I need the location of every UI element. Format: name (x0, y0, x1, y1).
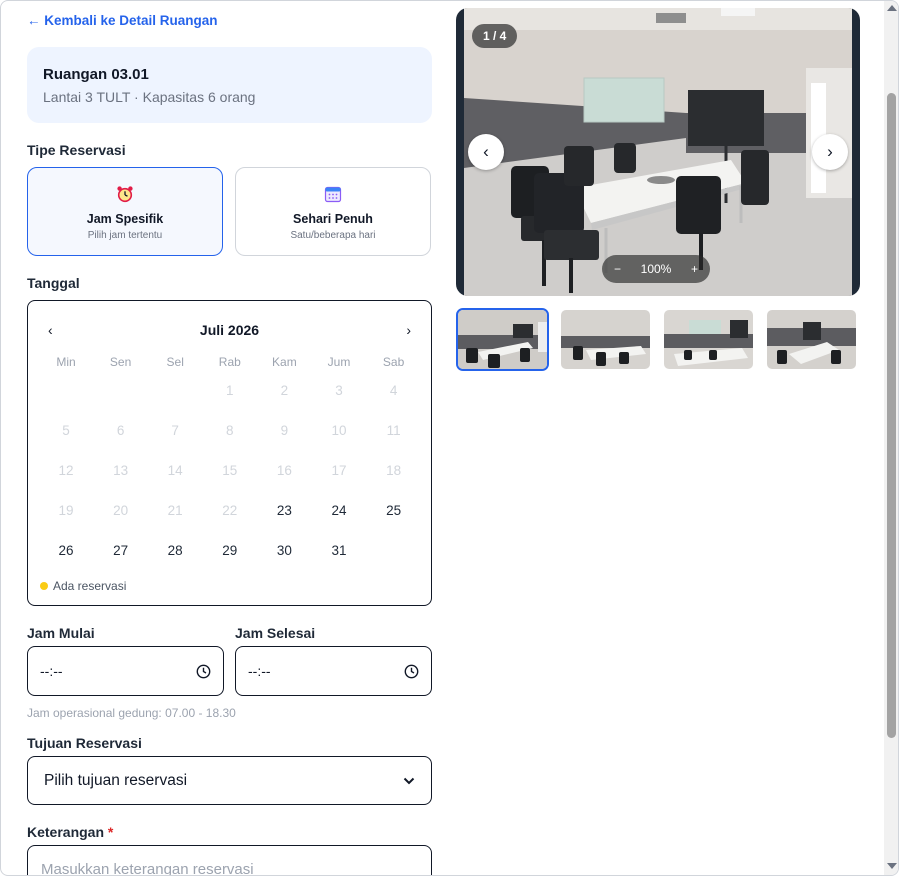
clock-icon[interactable] (404, 664, 419, 679)
calendar-day[interactable]: 23 (264, 499, 304, 523)
type-option-subtitle: Satu/beberapa hari (290, 230, 376, 241)
thumbnail-image (561, 310, 650, 369)
calendar-day: 7 (171, 423, 179, 438)
calendar-day[interactable]: 29 (210, 539, 250, 563)
page-scrollbar[interactable] (884, 1, 898, 875)
calendar-day[interactable]: 27 (101, 539, 141, 563)
start-time-value: --:-- (40, 663, 63, 679)
next-month-button[interactable]: › (406, 322, 411, 338)
calendar-day[interactable]: 26 (46, 539, 86, 563)
calendar-day: 12 (58, 463, 74, 478)
calendar-day[interactable]: 30 (264, 539, 304, 563)
room-photo-gallery: 1 / 4 ‹ › − 100% + (456, 8, 860, 296)
type-option-full-day[interactable]: Sehari Penuh Satu/beberapa hari (235, 167, 431, 256)
calendar-day: 17 (331, 463, 347, 478)
calendar-day: 10 (331, 423, 347, 438)
calendar-day[interactable]: 24 (319, 499, 359, 523)
photo-thumbnail[interactable] (559, 308, 652, 371)
operating-hours-hint: Jam operasional gedung: 07.00 - 18.30 (27, 706, 236, 720)
photo-thumbnail[interactable] (456, 308, 549, 371)
calendar-day: 14 (167, 463, 183, 478)
type-option-title: Jam Spesifik (86, 212, 164, 226)
thumbnail-image (664, 310, 753, 369)
reservation-dialog: ← Kembali ke Detail Ruangan Ruangan 03.0… (0, 0, 899, 876)
legend-dot-icon (40, 582, 48, 590)
photo-counter: 1 / 4 (472, 24, 518, 48)
purpose-selected-value: Pilih tujuan reservasi (44, 771, 188, 789)
date-label: Tanggal (27, 275, 80, 291)
calendar-day: 20 (113, 503, 129, 518)
end-time-input[interactable]: --:-- (235, 646, 432, 696)
notes-label-text: Keterangan (27, 824, 105, 840)
calendar-day: 18 (386, 463, 402, 478)
chevron-down-icon (403, 777, 415, 784)
zoom-level: 100% (640, 262, 672, 276)
type-option-specific-hours[interactable]: Jam Spesifik Pilih jam tertentu (27, 167, 223, 256)
scroll-up-arrow-icon[interactable] (887, 5, 897, 11)
calendar-day: 4 (389, 383, 398, 398)
required-mark: * (107, 824, 114, 840)
back-to-room-link[interactable]: ← Kembali ke Detail Ruangan (27, 13, 218, 28)
weekday-label: Rab (218, 355, 241, 369)
calendar-day: 11 (386, 423, 401, 438)
calendar-day[interactable]: 25 (374, 499, 414, 523)
prev-photo-button[interactable]: ‹ (468, 134, 504, 170)
calendar-day: 2 (280, 383, 289, 398)
calendar-legend: Ada reservasi (40, 579, 126, 593)
weekday-label: Sel (166, 355, 184, 369)
notes-textarea[interactable]: Masukkan keterangan reservasi (27, 845, 432, 875)
weekday-label: Sab (382, 355, 405, 369)
scrollbar-thumb[interactable] (887, 93, 896, 738)
purpose-label: Tujuan Reservasi (27, 735, 142, 751)
photo-thumbnail[interactable] (662, 308, 755, 371)
calendar-day: 13 (113, 463, 129, 478)
notes-label: Keterangan * (27, 824, 113, 840)
calendar-day[interactable]: 31 (319, 539, 359, 563)
end-time-label: Jam Selesai (235, 625, 316, 641)
calendar-month-label: Juli 2026 (199, 322, 260, 338)
end-time-value: --:-- (248, 663, 271, 679)
calendar-day: 16 (276, 463, 292, 478)
weekday-label: Kam (272, 355, 297, 369)
thumbnail-image (458, 310, 547, 369)
calendar-day[interactable]: 28 (155, 539, 195, 563)
weekday-label: Jum (327, 355, 351, 369)
calendar-icon (324, 186, 342, 203)
reservation-type-label: Tipe Reservasi (27, 142, 126, 158)
legend-label: Ada reservasi (53, 579, 127, 593)
photo-thumbnail[interactable] (765, 308, 858, 371)
date-calendar: ‹ Juli 2026 › Ada reservasi Min Sen Sel Rab… (27, 300, 432, 606)
room-photo (464, 8, 852, 296)
start-time-input[interactable]: --:-- (27, 646, 224, 696)
calendar-day: 5 (62, 423, 70, 438)
calendar-day: 22 (222, 503, 238, 518)
start-time-label: Jam Mulai (27, 625, 95, 641)
alarm-clock-icon (117, 186, 133, 203)
room-subtitle: Lantai 3 TULT · Kapasitas 6 orang (43, 89, 256, 105)
weekday-label: Sen (109, 355, 132, 369)
calendar-day: 9 (280, 423, 289, 438)
calendar-day: 8 (226, 423, 234, 438)
weekday-label: Min (56, 355, 76, 369)
zoom-controls: − 100% + (602, 255, 710, 283)
type-option-title: Sehari Penuh (293, 212, 373, 226)
photo-thumbnails (456, 308, 860, 372)
calendar-day: 6 (116, 423, 125, 438)
type-option-subtitle: Pilih jam tertentu (87, 230, 163, 241)
room-name: Ruangan 03.01 (43, 66, 149, 83)
scroll-down-arrow-icon[interactable] (887, 863, 897, 869)
zoom-out-button[interactable]: − (614, 262, 621, 276)
thumbnail-image (767, 310, 856, 369)
calendar-day: 3 (335, 383, 343, 398)
zoom-in-button[interactable]: + (691, 262, 698, 276)
next-photo-button[interactable]: › (812, 134, 848, 170)
room-info-card: Ruangan 03.01 Lantai 3 TULT · Kapasitas … (27, 47, 432, 123)
calendar-day: 15 (222, 463, 238, 478)
calendar-day: 19 (58, 503, 74, 518)
purpose-select[interactable]: Pilih tujuan reservasi (27, 756, 432, 805)
calendar-day: 1 (226, 383, 234, 398)
clock-icon[interactable] (196, 664, 211, 679)
calendar-day: 21 (167, 503, 183, 518)
